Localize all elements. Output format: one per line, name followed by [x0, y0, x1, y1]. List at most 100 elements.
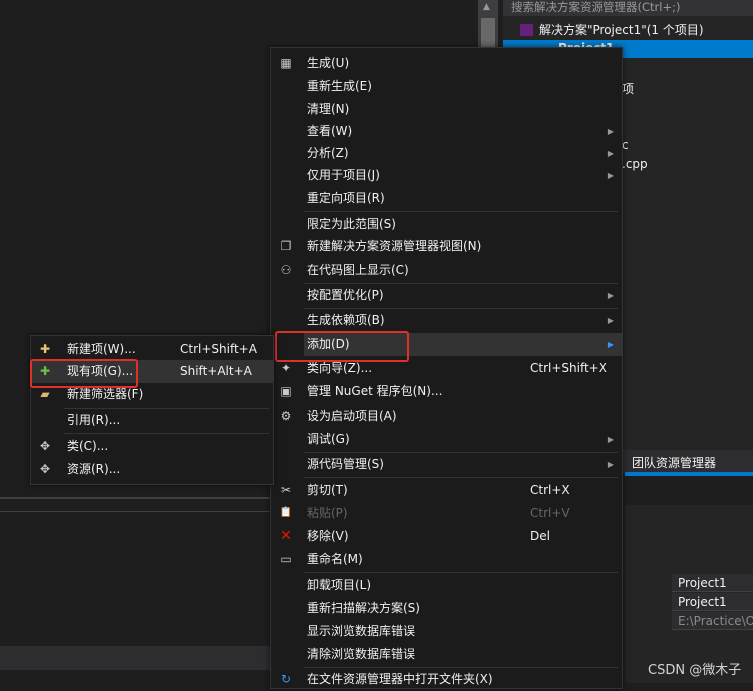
menu-item-rename[interactable]: ▭ 重命名(M)	[271, 548, 622, 571]
menu-item-cut[interactable]: ✂ 剪切(T) Ctrl+X	[271, 479, 622, 502]
refresh-icon: ↻	[280, 672, 292, 686]
submenu-arrow-icon: ▶	[607, 171, 614, 180]
highlight-box-existing-item	[30, 359, 138, 388]
menu-item-new-item[interactable]: ✚ 新建项(W)... Ctrl+Shift+A	[31, 338, 273, 361]
submenu-arrow-icon: ▶	[607, 316, 614, 325]
solution-icon	[520, 24, 533, 36]
menu-item-label: 重新扫描解决方案(S)	[307, 601, 420, 615]
menu-item-source-control[interactable]: 源代码管理(S) ▶	[271, 453, 622, 476]
property-value[interactable]: E:\Practice\O	[672, 612, 753, 630]
menu-item-manage-nuget[interactable]: ▣ 管理 NuGet 程序包(N)...	[271, 380, 622, 403]
menu-item-label: 类(C)...	[67, 439, 109, 453]
menu-item-label: 卸载项目(L)	[307, 578, 372, 592]
menu-item-label: 分析(Z)	[307, 146, 349, 160]
highlight-box-add	[275, 331, 409, 362]
property-value[interactable]: Project1	[672, 593, 753, 611]
menu-item-retarget[interactable]: 重定向项目(R)	[271, 187, 622, 210]
menu-item-project-only[interactable]: 仅用于项目(J) ▶	[271, 164, 622, 187]
clipboard-icon: 📋	[279, 507, 293, 518]
menu-item-debug[interactable]: 调试(G) ▶	[271, 428, 622, 451]
menu-item-label: 重定向项目(R)	[307, 191, 385, 205]
property-value[interactable]: Project1	[672, 574, 753, 592]
menu-item-label: 按配置优化(P)	[307, 288, 384, 302]
menu-item-label: 资源(R)...	[67, 462, 121, 476]
menu-separator	[304, 572, 618, 573]
menu-item-shortcut: Ctrl+V	[530, 506, 570, 520]
scissors-icon: ✂	[280, 483, 292, 497]
menu-item-clear-db-errors[interactable]: 清除浏览数据库错误	[271, 643, 622, 666]
menu-item-label: 引用(R)...	[67, 413, 121, 427]
menu-item-label: 清除浏览数据库错误	[307, 647, 416, 661]
menu-item-profile-guided-opt[interactable]: 按配置优化(P) ▶	[271, 284, 622, 307]
submenu-arrow-icon: ▶	[607, 460, 614, 469]
tree-item-fragment[interactable]: 项	[622, 80, 634, 97]
nuget-icon: ▣	[280, 384, 292, 398]
menu-item-label: 生成(U)	[307, 56, 350, 70]
menu-item-unload-project[interactable]: 卸载项目(L)	[271, 574, 622, 597]
menu-item-scope-to-this[interactable]: 限定为此范围(S)	[271, 213, 622, 236]
menu-item-reference[interactable]: 引用(R)...	[31, 409, 273, 432]
menu-item-clean[interactable]: 清理(N)	[271, 98, 622, 121]
active-tab-indicator	[625, 472, 753, 476]
menu-item-label: 生成依赖项(B)	[307, 313, 385, 327]
class-icon: ✥	[39, 439, 51, 453]
menu-item-label: 重命名(M)	[307, 552, 363, 566]
menu-item-open-in-explorer[interactable]: ↻ 在文件资源管理器中打开文件夹(X)	[271, 668, 622, 691]
submenu-arrow-icon: ▶	[607, 340, 614, 349]
menu-item-shortcut: Del	[530, 529, 550, 543]
folder-icon: ▰	[40, 387, 50, 401]
menu-item-label: 新建项(W)...	[67, 342, 136, 356]
menu-item-label: 剪切(T)	[307, 483, 348, 497]
menu-item-shortcut: Ctrl+Shift+A	[180, 342, 257, 356]
menu-item-rescan-solution[interactable]: 重新扫描解决方案(S)	[271, 597, 622, 620]
menu-item-show-on-code-map[interactable]: ⚇ 在代码图上显示(C)	[271, 259, 622, 282]
submenu-arrow-icon: ▶	[607, 149, 614, 158]
menu-separator	[64, 433, 269, 434]
menu-item-label: 查看(W)	[307, 124, 353, 138]
solution-explorer-search[interactable]: 搜索解决方案资源管理器(Ctrl+;)	[503, 0, 753, 16]
solution-node[interactable]: 解决方案"Project1"(1 个项目)	[520, 21, 704, 38]
scroll-up-icon[interactable]: ▲	[483, 2, 490, 12]
menu-item-rebuild[interactable]: 重新生成(E)	[271, 75, 622, 98]
menu-item-label: 在文件资源管理器中打开文件夹(X)	[307, 672, 493, 686]
project-context-menu: ▦ 生成(U) 重新生成(E) 清理(N) 查看(W) ▶ 分析(Z) ▶ 仅用…	[270, 47, 623, 689]
menu-separator	[304, 211, 618, 212]
submenu-arrow-icon: ▶	[607, 435, 614, 444]
menu-item-label: 重新生成(E)	[307, 79, 372, 93]
submenu-arrow-icon: ▶	[607, 291, 614, 300]
menu-item-label: 限定为此范围(S)	[307, 217, 396, 231]
new-view-icon: ❐	[280, 239, 292, 253]
tree-item-fragment[interactable]: .cpp	[622, 157, 648, 171]
solution-label: 解决方案"Project1"(1 个项目)	[539, 23, 704, 37]
tab-team-explorer[interactable]: 团队资源管理器	[632, 454, 716, 471]
menu-item-set-startup[interactable]: ⚙ 设为启动项目(A)	[271, 405, 622, 428]
menu-item-label: 在代码图上显示(C)	[307, 263, 409, 277]
menu-item-new-se-view[interactable]: ❐ 新建解决方案资源管理器视图(N)	[271, 235, 622, 258]
menu-item-label: 清理(N)	[307, 102, 350, 116]
remove-icon: ✕	[280, 528, 292, 544]
menu-item-label: 粘贴(P)	[307, 506, 348, 520]
menu-item-shortcut: Ctrl+X	[530, 483, 570, 497]
code-map-icon: ⚇	[280, 263, 292, 277]
menu-item-show-db-errors[interactable]: 显示浏览数据库错误	[271, 620, 622, 643]
menu-item-label: 移除(V)	[307, 529, 349, 543]
menu-item-class[interactable]: ✥ 类(C)...	[31, 435, 273, 458]
menu-item-label: 源代码管理(S)	[307, 457, 384, 471]
class-wizard-icon: ✦	[280, 361, 292, 375]
menu-item-label: 显示浏览数据库错误	[307, 624, 416, 638]
watermark: CSDN @微木子	[648, 663, 742, 678]
menu-item-label: 仅用于项目(J)	[307, 168, 380, 182]
menu-item-shortcut: Ctrl+Shift+X	[530, 361, 607, 375]
menu-item-resource[interactable]: ✥ 资源(R)...	[31, 458, 273, 481]
menu-item-build-dependencies[interactable]: 生成依赖项(B) ▶	[271, 309, 622, 332]
menu-item-build[interactable]: ▦ 生成(U)	[271, 52, 622, 75]
build-icon: ▦	[280, 56, 292, 70]
menu-item-analyze[interactable]: 分析(Z) ▶	[271, 142, 622, 165]
menu-item-label: 调试(G)	[307, 432, 350, 446]
menu-item-paste[interactable]: 📋 粘贴(P) Ctrl+V	[271, 502, 622, 525]
gear-icon: ⚙	[280, 409, 292, 423]
menu-item-shortcut: Shift+Alt+A	[180, 364, 252, 378]
submenu-arrow-icon: ▶	[607, 127, 614, 136]
menu-item-view[interactable]: 查看(W) ▶	[271, 120, 622, 143]
menu-item-remove[interactable]: ✕ 移除(V) Del	[271, 525, 622, 548]
